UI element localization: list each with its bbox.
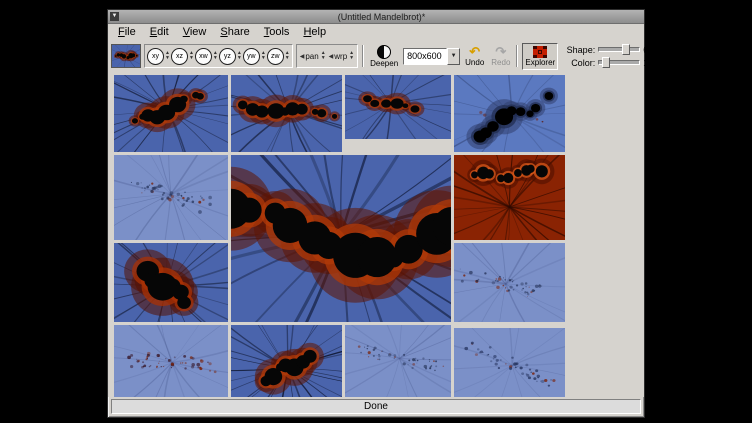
color-slider-label: Color: (561, 58, 595, 68)
spin-arrows-icon[interactable]: ▲▼ (189, 51, 194, 61)
fractal-preview[interactable] (111, 44, 141, 68)
undo-button[interactable]: ↶ Undo (463, 43, 486, 70)
rotate-yw-button[interactable]: yw ▲▼ (243, 48, 266, 65)
spin-arrows-icon[interactable]: ▲▼ (237, 51, 242, 61)
left-arrow-icon: ◀ (300, 53, 305, 60)
rotate-xz-button[interactable]: xz ▲▼ (171, 48, 194, 65)
menu-tools[interactable]: Tools (258, 25, 296, 39)
mutation-thumbnail[interactable] (114, 243, 228, 322)
menu-help[interactable]: Help (297, 25, 332, 39)
toolbar: xy ▲▼ xz ▲▼ xw ▲▼ yz ▲▼ yw ▲▼ (108, 40, 644, 72)
warp-control[interactable]: ◀ wrp ▲▼ (328, 51, 355, 61)
resolution-combo[interactable]: 800x600 ▼ (403, 47, 460, 66)
spin-arrows-icon: ▲▼ (321, 51, 326, 61)
rotate-yz-button[interactable]: yz ▲▼ (219, 48, 242, 65)
rotate-xw-label: xw (195, 48, 212, 65)
mutation-thumbnail[interactable] (454, 155, 565, 240)
titlebar[interactable]: ▼ (Untitled Mandelbrot)* (108, 10, 644, 24)
spin-arrows-icon: ▲▼ (349, 51, 354, 61)
pan-label: pan (305, 52, 318, 61)
spin-arrows-icon[interactable]: ▲▼ (285, 51, 290, 61)
redo-button[interactable]: ↷ Redo (489, 43, 512, 70)
undo-label: Undo (465, 58, 484, 67)
shape-slider-label: Shape: (561, 45, 595, 55)
status-text: Done (364, 401, 388, 412)
menubar: File Edit View Share Tools Help (108, 24, 644, 40)
spin-arrows-icon[interactable]: ▲▼ (261, 51, 266, 61)
redo-label: Redo (491, 58, 510, 67)
mutation-thumbnail[interactable] (114, 325, 228, 397)
mutation-thumbnail[interactable] (345, 75, 451, 139)
spin-arrows-icon[interactable]: ▲▼ (213, 51, 218, 61)
toolbar-separator (516, 45, 518, 67)
explorer-grid-area (108, 72, 644, 397)
rotate-xy-button[interactable]: xy ▲▼ (147, 48, 170, 65)
rotate-zw-label: zw (267, 48, 284, 65)
shape-slider-thumb[interactable] (622, 44, 630, 55)
deepen-button[interactable]: Deepen (368, 43, 400, 70)
undo-icon: ↶ (469, 45, 480, 58)
mutation-thumbnail[interactable] (454, 328, 565, 397)
deepen-label: Deepen (370, 59, 398, 68)
left-arrow-icon: ◀ (329, 53, 334, 60)
rotate-yz-label: yz (219, 48, 236, 65)
mutation-thumbnail[interactable] (454, 75, 565, 152)
statusbar: Done (108, 397, 644, 417)
mutation-sliders: Shape: 61.3 Color: 11.8 (561, 45, 669, 68)
warp-label: wrp (334, 52, 347, 61)
explorer-label: Explorer (525, 58, 555, 67)
combo-arrow-icon[interactable]: ▼ (447, 48, 460, 65)
explorer-toggle-button[interactable]: Explorer (522, 43, 558, 70)
shape-slider[interactable] (598, 47, 640, 52)
explorer-icon (533, 46, 547, 58)
menu-share[interactable]: Share (214, 25, 255, 39)
rotate-xw-button[interactable]: xw ▲▼ (195, 48, 218, 65)
color-slider-thumb[interactable] (602, 57, 610, 68)
menu-edit[interactable]: Edit (144, 25, 175, 39)
toolbar-separator (362, 45, 364, 67)
window-title: (Untitled Mandelbrot)* (119, 12, 644, 22)
color-slider[interactable] (598, 60, 640, 65)
mutation-thumbnail[interactable] (454, 243, 565, 322)
mutation-thumbnail[interactable] (231, 75, 342, 152)
mutation-thumbnail[interactable] (114, 155, 228, 240)
deepen-icon (377, 45, 391, 59)
rotate-xz-label: xz (171, 48, 188, 65)
menu-file[interactable]: File (112, 25, 142, 39)
resolution-value[interactable]: 800x600 (403, 48, 447, 65)
color-slider-value: 11.8 (643, 58, 667, 68)
explorer-grid (108, 72, 644, 397)
window-menu-icon[interactable]: ▼ (110, 12, 119, 21)
status-progress: Done (111, 399, 641, 414)
shape-slider-value: 61.3 (643, 45, 667, 55)
rotate-zw-button[interactable]: zw ▲▼ (267, 48, 290, 65)
mutation-thumbnail[interactable] (231, 325, 342, 397)
rotate-xy-label: xy (147, 48, 164, 65)
pan-control[interactable]: ◀ pan ▲▼ (299, 51, 327, 61)
mutation-thumbnail[interactable] (345, 325, 451, 397)
desktop-background: ▼ (Untitled Mandelbrot)* File Edit View … (0, 0, 752, 423)
rotation-group: xy ▲▼ xz ▲▼ xw ▲▼ yz ▲▼ yw ▲▼ (144, 44, 293, 68)
mutation-thumbnail[interactable] (114, 75, 228, 152)
app-window: ▼ (Untitled Mandelbrot)* File Edit View … (107, 9, 645, 418)
spin-arrows-icon[interactable]: ▲▼ (165, 51, 170, 61)
menu-view[interactable]: View (177, 25, 213, 39)
rotate-yw-label: yw (243, 48, 260, 65)
pan-warp-group: ◀ pan ▲▼ ◀ wrp ▲▼ (296, 44, 358, 68)
main-fractal-view[interactable] (231, 155, 451, 322)
redo-icon: ↷ (495, 45, 506, 58)
